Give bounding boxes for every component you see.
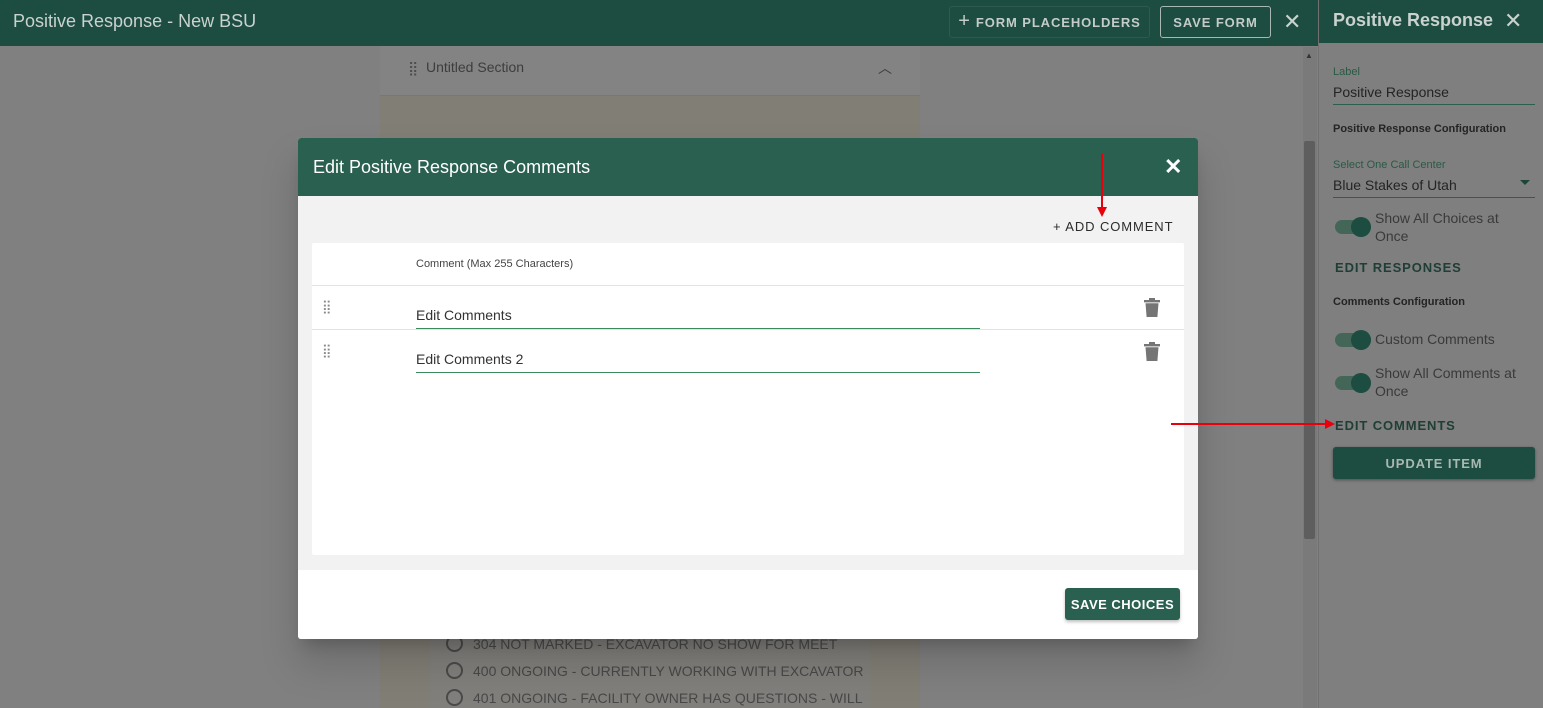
drag-handle-icon[interactable]: ⣿ — [322, 299, 332, 315]
radio-option-label: 401 ONGOING - FACILITY OWNER HAS QUESTIO… — [473, 689, 863, 706]
select-underline — [1333, 197, 1535, 198]
dialog-title: Edit Positive Response Comments — [313, 157, 591, 177]
save-choices-button[interactable]: SAVE CHOICES — [1065, 588, 1180, 620]
positive-response-config-heading: Positive Response Configuration — [1333, 123, 1506, 135]
dialog-footer: SAVE CHOICES — [298, 570, 1198, 639]
show-all-comments-toggle[interactable] — [1335, 373, 1371, 393]
update-item-button[interactable]: UPDATE ITEM — [1333, 447, 1535, 479]
drag-handle-icon[interactable]: ⣿ — [322, 343, 332, 359]
close-icon[interactable]: ✕ — [1283, 9, 1301, 35]
show-all-comments-label: Show All Comments at Once — [1375, 365, 1516, 399]
custom-comments-toggle[interactable] — [1335, 330, 1371, 350]
toggle-knob — [1351, 330, 1371, 350]
table-row: ⣿ Edit Comments 2 — [312, 329, 1184, 373]
comment-column-header: Comment (Max 255 Characters) — [416, 258, 574, 270]
edit-comments-dialog: Edit Positive Response Comments ✕ + ADD … — [298, 138, 1198, 639]
dialog-body: + ADD COMMENT Comment (Max 255 Character… — [298, 196, 1198, 570]
edit-responses-button[interactable]: EDIT RESPONSES — [1335, 260, 1462, 275]
comment-input[interactable]: Edit Comments — [416, 305, 980, 329]
radio-option-label: 400 ONGOING - CURRENTLY WORKING WITH EXC… — [473, 662, 864, 679]
radio-option[interactable]: 401 ONGOING - FACILITY OWNER HAS QUESTIO… — [446, 689, 862, 706]
input-underline — [1333, 104, 1535, 105]
drag-handle-icon[interactable]: ⣿ — [408, 60, 418, 77]
plus-icon: + — [958, 9, 971, 32]
label-caption: Label — [1333, 66, 1360, 78]
edit-comments-button[interactable]: EDIT COMMENTS — [1335, 418, 1456, 433]
panel-header: Positive Response ✕ — [1319, 0, 1543, 43]
properties-panel: Positive Response ✕ Label Positive Respo… — [1318, 0, 1543, 708]
toggle-knob — [1351, 373, 1371, 393]
radio-button[interactable] — [446, 662, 463, 679]
section-title: Untitled Section — [426, 59, 525, 75]
call-center-select[interactable]: Blue Stakes of Utah — [1333, 177, 1457, 193]
radio-option-list: 304 NOT MARKED - EXCAVATOR NO SHOW FOR M… — [430, 631, 870, 708]
table-row: ⣿ Edit Comments — [312, 285, 1184, 329]
comments-table: Comment (Max 255 Characters) ⣿ Edit Comm… — [312, 243, 1184, 555]
dialog-header: Edit Positive Response Comments ✕ — [298, 138, 1198, 196]
custom-comments-label: Custom Comments — [1375, 331, 1495, 347]
call-center-caption: Select One Call Center — [1333, 159, 1446, 171]
scroll-up-icon[interactable]: ▲ — [1305, 51, 1313, 60]
section-header[interactable]: ⣿ Untitled Section ︿ — [380, 46, 920, 96]
show-all-choices-label: Show All Choices at Once — [1375, 210, 1499, 244]
close-icon[interactable]: ✕ — [1164, 154, 1182, 180]
comments-config-heading: Comments Configuration — [1333, 296, 1465, 308]
panel-title: Positive Response — [1333, 10, 1494, 30]
chevron-up-icon[interactable]: ︿ — [878, 58, 892, 78]
trash-icon[interactable] — [1144, 342, 1160, 361]
save-form-button[interactable]: SAVE FORM — [1160, 6, 1271, 38]
vertical-scrollbar[interactable]: ▲ — [1303, 47, 1317, 708]
comment-input[interactable]: Edit Comments 2 — [416, 349, 980, 373]
trash-icon[interactable] — [1144, 298, 1160, 317]
app-header: Positive Response - New BSU + FORM PLACE… — [0, 0, 1318, 46]
radio-button[interactable] — [446, 689, 463, 706]
close-icon[interactable]: ✕ — [1504, 8, 1522, 34]
toggle-knob — [1351, 217, 1371, 237]
scrollbar-thumb[interactable] — [1304, 141, 1315, 539]
label-input[interactable]: Positive Response — [1333, 84, 1449, 100]
form-placeholders-label: FORM PLACEHOLDERS — [975, 14, 1141, 30]
add-comment-button[interactable]: + ADD COMMENT — [1053, 219, 1173, 234]
page-title: Positive Response - New BSU — [13, 11, 257, 31]
radio-option[interactable]: 400 ONGOING - CURRENTLY WORKING WITH EXC… — [446, 662, 864, 679]
chevron-down-icon[interactable] — [1520, 180, 1530, 185]
show-all-choices-toggle[interactable] — [1335, 217, 1371, 237]
form-placeholders-button[interactable]: + FORM PLACEHOLDERS — [949, 6, 1150, 38]
